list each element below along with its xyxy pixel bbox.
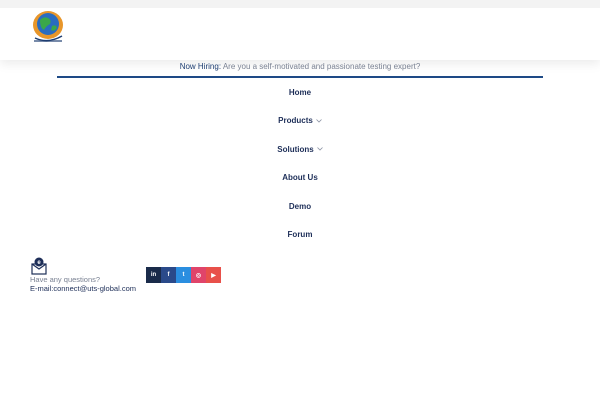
menu-item-label: About Us bbox=[282, 173, 318, 183]
menu-item-label: Home bbox=[288, 87, 312, 97]
linkedin-icon[interactable]: in bbox=[146, 267, 161, 283]
menu-item-about-us[interactable]: About Us bbox=[0, 164, 600, 193]
company-logo[interactable] bbox=[30, 8, 66, 46]
menu-item-home[interactable]: Home bbox=[0, 78, 600, 107]
menu-item-label: Products bbox=[278, 116, 313, 126]
mail-icon: e bbox=[30, 257, 48, 275]
hiring-label: Now Hiring: bbox=[179, 62, 222, 71]
instagram-icon[interactable]: ◎ bbox=[191, 267, 206, 283]
hiring-link[interactable]: Are you a self-motivated and passionate … bbox=[223, 62, 420, 71]
menu-item-label: Solutions bbox=[277, 144, 314, 154]
contact-email[interactable]: E-mail:connect@uts-global.com bbox=[30, 284, 136, 293]
contact-question: Have any questions? bbox=[30, 275, 101, 284]
menu-item-label: Forum bbox=[287, 230, 313, 240]
social-links: in f t ◎ ▶ bbox=[146, 267, 221, 283]
top-bar bbox=[0, 0, 600, 8]
chevron-down-icon bbox=[316, 147, 323, 151]
menu-item-demo[interactable]: Demo bbox=[0, 192, 600, 221]
facebook-icon[interactable]: f bbox=[161, 267, 176, 283]
hiring-banner: Now Hiring: Are you a self-motivated and… bbox=[0, 62, 600, 71]
menu-item-products[interactable]: Products bbox=[0, 107, 600, 136]
youtube-icon[interactable]: ▶ bbox=[206, 267, 221, 283]
menu-item-label: Demo bbox=[288, 201, 312, 211]
twitter-icon[interactable]: t bbox=[176, 267, 191, 283]
site-header bbox=[0, 0, 600, 60]
chevron-down-icon bbox=[316, 118, 322, 123]
main-menu: Home Products Solutions About Us Demo Fo… bbox=[0, 78, 600, 249]
menu-item-solutions[interactable]: Solutions bbox=[0, 135, 600, 164]
menu-item-forum[interactable]: Forum bbox=[0, 221, 600, 250]
